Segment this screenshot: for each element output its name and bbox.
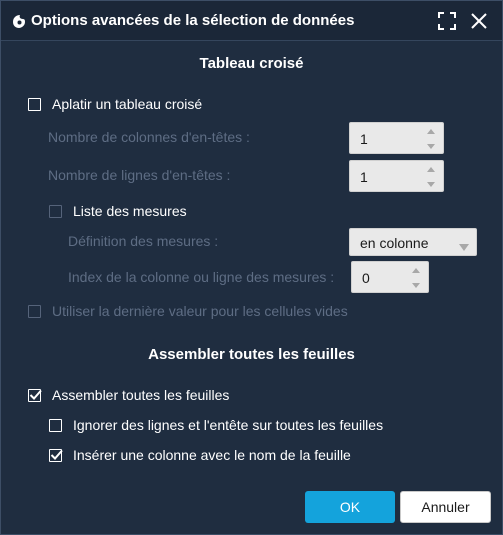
use-last-value-label: Utiliser la dernière valeur pour les cel… [52, 303, 348, 319]
header-columns-label: Nombre de colonnes d'en-têtes : [48, 129, 250, 145]
assemble-sheets-label: Assembler toutes les feuilles [52, 387, 230, 403]
insert-sheet-column-checkbox[interactable] [49, 448, 63, 462]
sheets-section-title: Assembler toutes les feuilles [148, 346, 355, 363]
maximize-button[interactable] [437, 11, 457, 31]
pivot-section-title: Tableau croisé [199, 55, 304, 72]
header-rows-value: 1 [360, 169, 368, 185]
use-last-value-checkbox [28, 304, 41, 318]
measures-list-checkbox [49, 204, 62, 218]
close-button[interactable] [469, 11, 489, 31]
insert-sheet-column-checkbox-row[interactable]: Insérer une colonne avec le nom de la fe… [49, 444, 351, 466]
ignore-rows-checkbox[interactable] [49, 418, 62, 432]
dialog-title: Options avancées de la sélection de donn… [31, 12, 355, 29]
measures-definition-select[interactable]: en colonne [349, 228, 477, 256]
assemble-sheets-checkbox-row[interactable]: Assembler toutes les feuilles [28, 384, 229, 406]
ignore-rows-checkbox-row[interactable]: Ignorer des lignes et l'entête sur toute… [49, 414, 383, 436]
measures-list-checkbox-row: Liste des mesures [49, 200, 187, 222]
spin-arrows-icon[interactable] [425, 126, 437, 152]
chevron-down-icon [459, 239, 469, 257]
flatten-pivot-label: Aplatir un tableau croisé [52, 96, 203, 112]
expand-corners-icon [437, 11, 457, 31]
title-bar: Options avancées de la sélection de donn… [1, 1, 502, 41]
header-columns-value: 1 [360, 131, 368, 147]
insert-sheet-column-label: Insérer une colonne avec le nom de la fe… [73, 447, 351, 463]
measures-definition-label: Définition des mesures : [68, 233, 219, 249]
header-rows-label: Nombre de lignes d'en-têtes : [48, 167, 231, 183]
cancel-button[interactable]: Annuler [400, 491, 491, 523]
measures-index-spinbox[interactable]: 0 [351, 261, 429, 293]
measures-index-value: 0 [362, 270, 370, 286]
spin-arrows-icon[interactable] [425, 164, 437, 190]
header-rows-spinbox[interactable]: 1 [349, 160, 444, 192]
advanced-options-dialog: Options avancées de la sélection de donn… [0, 0, 503, 535]
app-logo-icon [11, 13, 27, 29]
use-last-value-checkbox-row: Utiliser la dernière valeur pour les cel… [28, 300, 348, 322]
ok-button[interactable]: OK [305, 491, 395, 523]
close-icon [469, 11, 489, 31]
ignore-rows-label: Ignorer des lignes et l'entête sur toute… [73, 417, 384, 433]
spin-arrows-icon[interactable] [410, 265, 422, 291]
header-columns-spinbox[interactable]: 1 [349, 122, 444, 154]
assemble-sheets-checkbox[interactable] [28, 388, 42, 402]
flatten-pivot-checkbox[interactable] [28, 97, 41, 111]
measures-list-label: Liste des mesures [73, 203, 187, 219]
measures-index-label: Index de la colonne ou ligne des mesures… [68, 269, 335, 285]
flatten-pivot-checkbox-row[interactable]: Aplatir un tableau croisé [28, 93, 202, 115]
measures-definition-value: en colonne [360, 235, 429, 251]
